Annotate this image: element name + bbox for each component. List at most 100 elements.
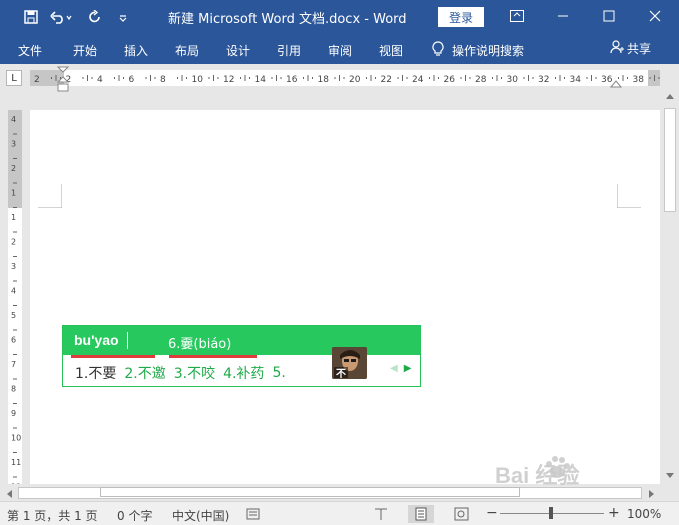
document-page[interactable]: [30, 110, 660, 484]
redo-icon[interactable]: [84, 6, 106, 28]
word-count[interactable]: 0 个字: [117, 507, 152, 524]
undo-icon[interactable]: [48, 6, 74, 28]
tab-references[interactable]: 引用: [277, 42, 301, 59]
zoom-slider-thumb[interactable]: [549, 507, 553, 519]
baidu-watermark: Bai 经验: [495, 452, 665, 492]
web-layout-icon[interactable]: [454, 507, 470, 521]
page-count[interactable]: 第 1 页，共 1 页: [7, 507, 98, 524]
ruler-number: 3: [11, 262, 16, 271]
ruler-number: 10: [11, 434, 21, 443]
ruler-number: 8: [11, 385, 16, 394]
ruler-number: 12: [11, 483, 21, 485]
horizontal-ruler[interactable]: 2 2 4 6 8 10 12 14 16 18 20 22 24 26 28 30 32 34 36 38: [30, 70, 660, 86]
ruler-number: 4: [11, 115, 16, 124]
ruler-number: 14: [255, 75, 267, 85]
watermark-text: Bai 经验: [495, 463, 580, 488]
zoom-in-button[interactable]: +: [608, 505, 620, 521]
ime-candidate[interactable]: 3.不咬: [174, 363, 215, 383]
ruler-number: 22: [381, 75, 392, 85]
ime-caret: [127, 332, 128, 349]
ruler-number: 2: [11, 164, 16, 173]
ime-page-arrows: ◀ ▶: [390, 363, 411, 374]
ime-prev-icon[interactable]: ◀: [390, 363, 398, 374]
ruler-number: 11: [11, 458, 21, 467]
ime-candidate[interactable]: 2.不邀: [124, 363, 165, 383]
macro-record-icon[interactable]: [246, 507, 260, 521]
read-mode-icon[interactable]: [374, 507, 388, 521]
ruler-number: 7: [11, 360, 16, 369]
ime-pinyin: bu'yao: [74, 332, 119, 348]
margin-corner-top-left: [38, 184, 62, 208]
tab-review[interactable]: 审阅: [328, 42, 352, 59]
tab-view[interactable]: 视图: [379, 42, 403, 59]
ruler-number: 5: [11, 311, 16, 320]
minimize-icon[interactable]: [551, 4, 575, 28]
scroll-left-icon[interactable]: [5, 489, 13, 499]
ime-candidate[interactable]: 5.: [272, 365, 285, 381]
underline-annotation: [169, 355, 257, 358]
horizontal-ruler-marks: 2 2 4 6 8 10 12 14 16 18 20 22 24 26 28 30 32 34 36 38: [34, 75, 660, 85]
ime-emoji-thumbnail[interactable]: 不: [332, 347, 367, 379]
horizontal-scroll-thumb[interactable]: [100, 487, 520, 497]
ruler-number: 30: [507, 75, 519, 85]
tab-insert[interactable]: 插入: [124, 42, 148, 59]
tell-me-search[interactable]: 操作说明搜索: [432, 41, 524, 60]
ruler-number: 6: [11, 336, 16, 345]
share-button[interactable]: 共享: [610, 40, 651, 57]
scroll-down-icon[interactable]: [665, 472, 675, 480]
ruler-number: 8: [160, 75, 166, 85]
ruler-number: 26: [444, 75, 456, 85]
ime-candidate-list: 1.不要 2.不邀 3.不咬 4.补药 5.: [75, 363, 294, 383]
share-label: 共享: [627, 42, 652, 56]
ruler-number: 20: [349, 75, 361, 85]
ruler-number: 2: [11, 238, 16, 247]
vertical-ruler[interactable]: 4321123456789101112: [8, 110, 22, 484]
window-title: 新建 Microsoft Word 文档.docx - Word: [168, 12, 407, 27]
vertical-scrollbar[interactable]: [662, 88, 678, 484]
ruler-number: 18: [318, 75, 330, 85]
ribbon-tabs: 文件 开始 插入 布局 设计 引用 审阅 视图 操作说明搜索 共享: [0, 34, 679, 64]
ruler-number: 28: [475, 75, 487, 85]
ruler-number: 9: [11, 409, 16, 418]
tab-home[interactable]: 开始: [73, 42, 97, 59]
underline-annotation: [71, 355, 155, 358]
title-bar: 新建 Microsoft Word 文档.docx - Word 登录: [0, 0, 679, 34]
ime-candidate[interactable]: 4.补药: [223, 363, 264, 383]
vertical-ruler-marks: 4321123456789101112: [11, 115, 21, 485]
ime-next-icon[interactable]: ▶: [404, 363, 412, 374]
tab-layout[interactable]: 布局: [175, 42, 199, 59]
margin-corner-top-right: [617, 184, 641, 208]
ribbon-display-icon[interactable]: [505, 4, 529, 28]
tab-design[interactable]: 设计: [226, 42, 250, 59]
ime-candidate[interactable]: 1.不要: [75, 363, 116, 383]
close-icon[interactable]: [643, 4, 667, 28]
ruler-number: 1: [11, 213, 16, 222]
customize-icon[interactable]: [114, 6, 132, 28]
zoom-level[interactable]: 100%: [627, 507, 661, 521]
thumb-caption: 不: [336, 369, 346, 379]
ruler-number: 24: [412, 75, 424, 85]
indent-marker-icon[interactable]: [57, 66, 69, 94]
ruler-number: 1: [11, 189, 16, 198]
ime-hint[interactable]: 6.嫑(biáo): [168, 333, 231, 352]
print-layout-icon[interactable]: [414, 507, 428, 521]
tab-file[interactable]: 文件: [18, 42, 42, 59]
ruler-number: 16: [286, 75, 298, 85]
tab-selector[interactable]: L: [6, 70, 22, 86]
ruler-number: 38: [633, 75, 645, 85]
scroll-up-icon[interactable]: [665, 92, 675, 100]
ruler-number: 6: [129, 75, 135, 85]
login-button[interactable]: 登录: [438, 7, 484, 27]
save-icon[interactable]: [20, 6, 42, 28]
ruler-number: 3: [11, 140, 16, 149]
ruler-number: 2: [34, 75, 40, 85]
maximize-icon[interactable]: [597, 4, 621, 28]
tell-me-label: 操作说明搜索: [452, 44, 525, 58]
right-indent-marker-icon[interactable]: [610, 78, 622, 88]
ruler-number: 32: [538, 75, 549, 85]
vertical-scroll-thumb[interactable]: [664, 108, 676, 212]
zoom-out-button[interactable]: −: [486, 505, 498, 521]
ruler-number: 4: [97, 75, 103, 85]
ime-candidate-window[interactable]: bu'yao 6.嫑(biáo) 1.不要 2.不邀 3.不咬 4.补药 5. …: [62, 325, 421, 387]
language[interactable]: 中文(中国): [172, 507, 229, 524]
